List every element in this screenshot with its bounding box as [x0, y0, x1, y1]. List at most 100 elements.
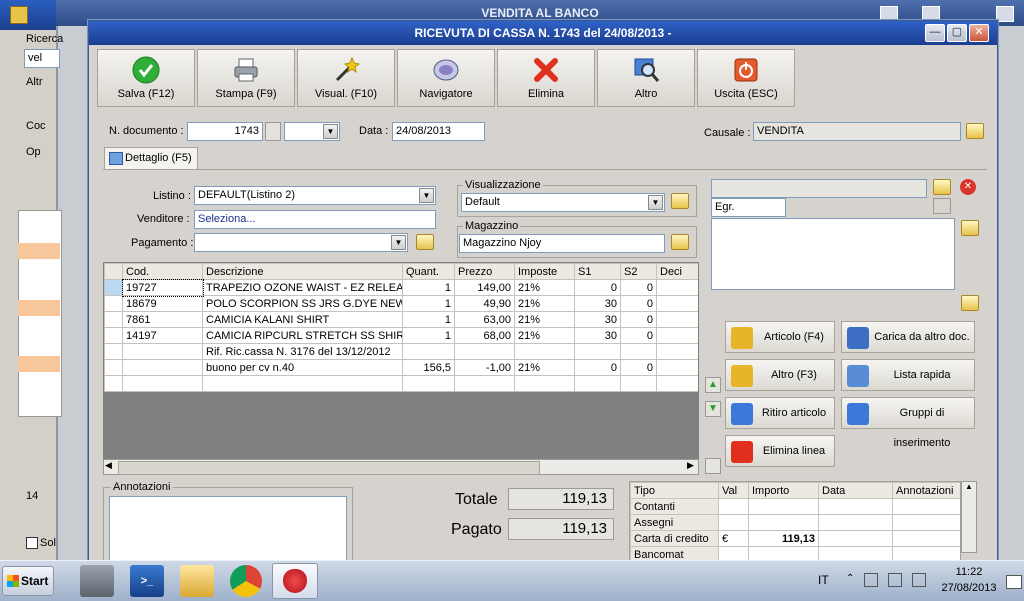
grid-cell[interactable]: [454, 343, 515, 360]
maximize-button[interactable]: ▢: [947, 24, 967, 42]
grid-cell[interactable]: 0: [620, 359, 657, 376]
grid-cell[interactable]: 30: [574, 295, 621, 312]
doc-number-button[interactable]: [265, 122, 281, 141]
print-button[interactable]: Stampa (F9): [197, 49, 295, 107]
venditore-field[interactable]: Seleziona...: [194, 210, 436, 229]
grid-cell[interactable]: [402, 343, 455, 360]
scroll-right-icon[interactable]: ▶: [687, 460, 694, 471]
clear-customer-icon[interactable]: ✕: [960, 179, 976, 195]
table-row[interactable]: buono per cv n.40 156,5 -1,00 21% 0 0: [104, 359, 698, 376]
payment-row[interactable]: Assegni: [630, 514, 960, 531]
grid-cell[interactable]: [656, 295, 698, 312]
grid-cell[interactable]: 30: [574, 327, 621, 344]
payment-row[interactable]: Contanti: [630, 498, 960, 515]
payments-scrollbar[interactable]: ▲: [961, 481, 977, 553]
payment-cell[interactable]: Carta di credito: [630, 530, 719, 547]
doc-number-field[interactable]: 1743: [187, 122, 263, 141]
table-row[interactable]: Rif. Ric.cassa N. 3176 del 13/12/2012: [104, 343, 698, 360]
grid-cell[interactable]: [656, 375, 698, 392]
pay-col-val[interactable]: Val: [718, 482, 749, 499]
payment-cell[interactable]: Bancomat: [630, 546, 719, 560]
tab-dettaglio[interactable]: Dettaglio (F5): [104, 147, 198, 169]
causale-field[interactable]: VENDITA: [753, 122, 961, 141]
payment-cell[interactable]: [748, 498, 819, 515]
col-s2[interactable]: S2: [620, 263, 657, 280]
row-selector[interactable]: [104, 311, 123, 328]
chevron-up-icon[interactable]: ⌃: [846, 573, 854, 584]
grid-cell[interactable]: 0: [620, 295, 657, 312]
volume-muted-icon[interactable]: [912, 573, 926, 587]
magazzino-folder-icon[interactable]: [671, 234, 689, 250]
start-button[interactable]: Start: [2, 566, 54, 596]
row-selector[interactable]: [104, 327, 123, 344]
close-button[interactable]: ✕: [969, 24, 989, 42]
payment-cell[interactable]: [718, 546, 749, 560]
grid-cell[interactable]: 0: [574, 279, 621, 296]
payment-cell[interactable]: [748, 546, 819, 560]
grid-cell[interactable]: [656, 359, 698, 376]
side-button-carica-da-altro-doc[interactable]: Carica da altro doc.: [841, 321, 975, 353]
grid-cell[interactable]: [620, 375, 657, 392]
grid-cell[interactable]: -1,00: [454, 359, 515, 376]
payment-cell[interactable]: [818, 498, 893, 515]
grid-cell[interactable]: 18679: [122, 295, 203, 312]
move-down-icon[interactable]: ▼: [705, 401, 721, 417]
col-cod[interactable]: Cod.: [122, 263, 203, 280]
side-button-elimina-linea[interactable]: Elimina linea: [725, 435, 835, 467]
grid-cell[interactable]: 19727: [121, 278, 204, 297]
grid-cell[interactable]: TRAPEZIO OZONE WAIST - EZ RELEASE: [202, 279, 403, 296]
side-button-lista-rapida[interactable]: Lista rapida: [841, 359, 975, 391]
grid-cell[interactable]: [402, 375, 455, 392]
grid-cell[interactable]: [656, 327, 698, 344]
payment-cell[interactable]: 119,13: [748, 530, 819, 547]
side-button-gruppi-di-inserimento[interactable]: Gruppi di inserimento: [841, 397, 975, 449]
network-icon[interactable]: [888, 573, 902, 587]
bg-search-input[interactable]: vel: [24, 49, 60, 68]
payment-cell[interactable]: [818, 530, 893, 547]
grid-cell[interactable]: 1: [402, 327, 455, 344]
doc-series-select[interactable]: ▼: [284, 122, 340, 141]
grid-cell[interactable]: [514, 343, 575, 360]
bg-checkbox[interactable]: [26, 537, 38, 549]
side-button-ritiro-articolo[interactable]: Ritiro articolo: [725, 397, 835, 429]
show-desktop-icon[interactable]: [1006, 575, 1022, 589]
side-button-altro-f3[interactable]: Altro (F3): [725, 359, 835, 391]
grid-cell[interactable]: [122, 375, 203, 392]
extra-folder-icon[interactable]: [961, 295, 979, 311]
payment-cell[interactable]: €: [718, 530, 749, 547]
grid-cell[interactable]: CAMICIA RIPCURL STRETCH SS SHIRT: [202, 327, 403, 344]
grid-cell[interactable]: [122, 359, 203, 376]
row-selector[interactable]: [104, 375, 123, 392]
grid-cell[interactable]: [574, 375, 621, 392]
grid-cell[interactable]: 0: [620, 311, 657, 328]
grid-cell[interactable]: 14197: [122, 327, 203, 344]
move-up-icon[interactable]: ▲: [705, 377, 721, 393]
payment-cell[interactable]: [718, 498, 749, 515]
grid-horizontal-scrollbar[interactable]: ◀ ▶: [103, 459, 699, 475]
grid-cell[interactable]: 21%: [514, 311, 575, 328]
causale-folder-icon[interactable]: [966, 123, 984, 139]
language-indicator[interactable]: IT: [818, 573, 829, 587]
save-button[interactable]: Salva (F12): [97, 49, 195, 107]
pay-col-annotazioni[interactable]: Annotazioni: [892, 482, 960, 499]
server-manager-icon[interactable]: [80, 565, 114, 597]
grid-cell[interactable]: 0: [620, 327, 657, 344]
active-app-button[interactable]: [272, 563, 318, 599]
col-imposte[interactable]: Imposte: [514, 263, 575, 280]
visual-button[interactable]: Visual. (F10): [297, 49, 395, 107]
visualizzazione-select[interactable]: Default ▼: [461, 193, 665, 212]
payment-cell[interactable]: [818, 546, 893, 560]
payment-row[interactable]: Bancomat: [630, 546, 960, 560]
flag-icon[interactable]: [864, 573, 878, 587]
grid-cell[interactable]: 49,90: [454, 295, 515, 312]
grid-cell[interactable]: [656, 311, 698, 328]
grid-cell[interactable]: [656, 279, 698, 296]
pay-col-tipo[interactable]: Tipo: [630, 482, 719, 499]
table-row[interactable]: 19727 TRAPEZIO OZONE WAIST - EZ RELEASE 1 1…: [104, 278, 698, 297]
scrollbar-thumb[interactable]: [118, 461, 540, 475]
magazzino-field[interactable]: Magazzino Njoy: [459, 234, 665, 253]
grid-cell[interactable]: 7861: [122, 311, 203, 328]
col-s1[interactable]: S1: [574, 263, 621, 280]
grid-cell[interactable]: 68,00: [454, 327, 515, 344]
table-row[interactable]: 14197 CAMICIA RIPCURL STRETCH SS SHIRT 1 68…: [104, 327, 698, 344]
